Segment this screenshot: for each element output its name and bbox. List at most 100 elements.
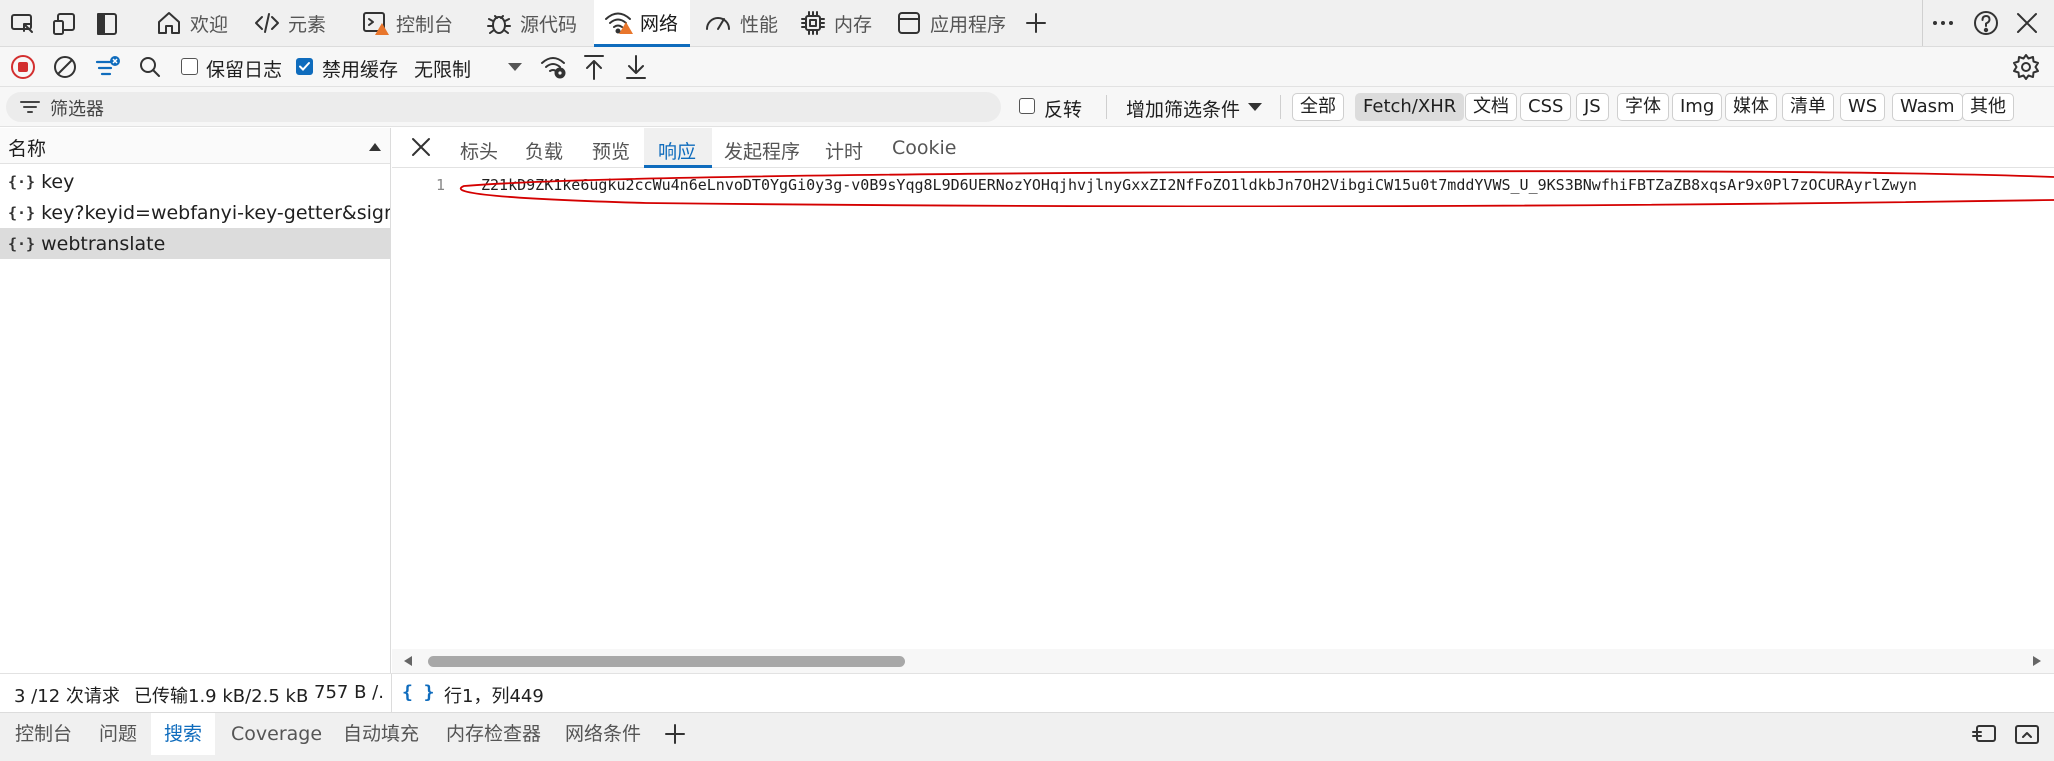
clear-icon	[54, 56, 76, 78]
dock-side-icon[interactable]	[96, 12, 118, 36]
tab-headers[interactable]: 标头	[460, 137, 498, 164]
check-icon	[299, 62, 310, 71]
throttling-select[interactable]: 无限制	[414, 55, 471, 82]
tab-payload[interactable]: 负载	[525, 137, 563, 164]
warning-icon	[619, 22, 633, 34]
transferred-size: 已传输1.9 kB/2.5 kB	[134, 686, 309, 707]
request-count: 3 /12 次请求	[14, 686, 120, 707]
tab-response[interactable]: 响应	[658, 137, 696, 164]
network-conditions-icon[interactable]	[540, 53, 568, 81]
filter-chip-js[interactable]: JS	[1576, 93, 1609, 121]
gear-icon	[2013, 54, 2039, 80]
drawer-tab-console[interactable]: 控制台	[2, 713, 85, 755]
dock-drawer-icon[interactable]	[1972, 723, 1998, 747]
line-number: 1	[436, 176, 446, 194]
drawer-tab-memory-inspector[interactable]: 内存检查器	[433, 713, 554, 755]
filter-icon	[20, 101, 40, 113]
filter-input[interactable]: 筛选器	[6, 92, 1001, 122]
tab-elements[interactable]: 元素	[250, 0, 330, 46]
search-icon	[140, 57, 160, 77]
pretty-print-icon[interactable]: { }	[402, 682, 435, 703]
drawer-tab-network-conditions[interactable]: 网络条件	[552, 713, 654, 755]
drawer-tab-issues[interactable]: 问题	[86, 713, 150, 755]
drawer-tab-search[interactable]: 搜索	[151, 713, 216, 755]
invert-label: 反转	[1044, 99, 1083, 121]
tab-console[interactable]: 控制台	[358, 0, 457, 46]
request-name: key	[41, 170, 75, 193]
filter-bar: 筛选器 反转 增加筛选条件 全部 Fetch/XHR 文档 CSS JS 字体 …	[0, 87, 2054, 127]
column-header-label: 名称	[8, 138, 47, 160]
disable-cache-checkbox[interactable]	[296, 58, 313, 75]
filter-chip-css[interactable]: CSS	[1520, 93, 1572, 121]
sort-ascending-icon[interactable]	[368, 142, 382, 152]
request-row[interactable]: {·} key	[0, 166, 390, 197]
resources-size: 757 B /.	[314, 682, 384, 703]
response-body[interactable]: 1 Z21kD9ZK1ke6ugku2ccWu4n6eLnvoDT0YgGi0y…	[392, 168, 2054, 208]
filter-chip-all[interactable]: 全部	[1292, 93, 1344, 121]
tab-application[interactable]: 应用程序	[892, 0, 1010, 46]
network-settings-button[interactable]	[2012, 53, 2040, 81]
separator	[1922, 0, 1923, 46]
tab-initiator[interactable]: 发起程序	[724, 137, 800, 164]
inspect-element-icon[interactable]	[10, 12, 36, 36]
warning-icon	[375, 23, 389, 35]
name-column-header[interactable]: 名称	[0, 128, 390, 164]
scroll-left-icon[interactable]	[402, 655, 414, 667]
tab-sources[interactable]: 源代码	[482, 0, 581, 46]
scroll-right-icon[interactable]	[2031, 655, 2043, 667]
tab-timing[interactable]: 计时	[825, 137, 863, 164]
filter-chip-doc[interactable]: 文档	[1465, 93, 1517, 121]
filter-chip-manifest[interactable]: 清单	[1782, 93, 1834, 121]
filter-chip-img[interactable]: Img	[1672, 93, 1723, 121]
tab-label: 欢迎	[190, 13, 229, 36]
close-detail-icon[interactable]	[410, 136, 432, 158]
clear-button[interactable]	[52, 54, 78, 80]
console-icon	[362, 10, 389, 36]
request-row[interactable]: {·} key?keyid=webfanyi-key-getter&sign=.…	[0, 197, 390, 228]
record-button[interactable]	[10, 54, 36, 80]
more-options-icon[interactable]	[1930, 10, 1956, 36]
tab-label: 源代码	[520, 13, 578, 36]
add-drawer-tab-icon[interactable]	[664, 723, 686, 745]
tab-label: 内存	[834, 13, 873, 36]
tab-memory[interactable]: 内存	[796, 0, 876, 46]
tab-label: 网络	[640, 12, 679, 35]
tab-network[interactable]: 网络	[594, 0, 690, 47]
device-emulation-icon[interactable]	[52, 12, 78, 36]
xhr-icon: {·}	[8, 172, 36, 191]
filter-chip-media[interactable]: 媒体	[1725, 93, 1777, 121]
tab-label: 控制台	[396, 13, 454, 36]
request-row-selected[interactable]: {·} webtranslate	[0, 228, 390, 259]
drawer-tab-coverage[interactable]: Coverage	[218, 713, 335, 755]
code-icon	[255, 13, 279, 33]
close-devtools-icon[interactable]	[2014, 10, 2040, 36]
tab-label: 性能	[740, 13, 779, 36]
horizontal-scrollbar[interactable]	[392, 649, 2054, 673]
filter-settings-button[interactable]	[94, 53, 122, 81]
search-button[interactable]	[138, 55, 162, 79]
tab-cookies[interactable]: Cookie	[892, 137, 957, 159]
filter-chip-other[interactable]: 其他	[1962, 93, 2014, 121]
xhr-icon: {·}	[8, 203, 36, 222]
preserve-log-checkbox[interactable]	[181, 58, 198, 75]
help-icon[interactable]	[1972, 9, 2000, 37]
filter-chip-wasm[interactable]: Wasm	[1892, 93, 1963, 121]
add-tab-icon[interactable]	[1024, 11, 1048, 35]
import-har-icon[interactable]	[582, 53, 606, 81]
filter-chip-ws[interactable]: WS	[1840, 93, 1886, 121]
tab-performance[interactable]: 性能	[700, 0, 782, 46]
close-drawer-icon[interactable]	[2014, 723, 2040, 747]
tab-welcome[interactable]: 欢迎	[148, 0, 236, 46]
filter-chip-font[interactable]: 字体	[1617, 93, 1669, 121]
tab-label: 元素	[288, 13, 327, 36]
scrollbar-thumb[interactable]	[428, 656, 905, 667]
chevron-down-icon[interactable]	[506, 61, 524, 73]
tab-preview[interactable]: 预览	[592, 137, 630, 164]
filter-chip-fetch-xhr[interactable]: Fetch/XHR	[1355, 93, 1465, 121]
chevron-down-icon[interactable]	[1246, 101, 1264, 113]
invert-checkbox[interactable]	[1019, 98, 1035, 114]
export-har-icon[interactable]	[624, 53, 648, 81]
more-filters-dropdown[interactable]: 增加筛选条件	[1126, 95, 1240, 122]
drawer-tab-autofill[interactable]: 自动填充	[330, 713, 432, 755]
status-bar: 3 /12 次请求 已传输1.9 kB/2.5 kB 757 B /. { } …	[0, 673, 2054, 712]
